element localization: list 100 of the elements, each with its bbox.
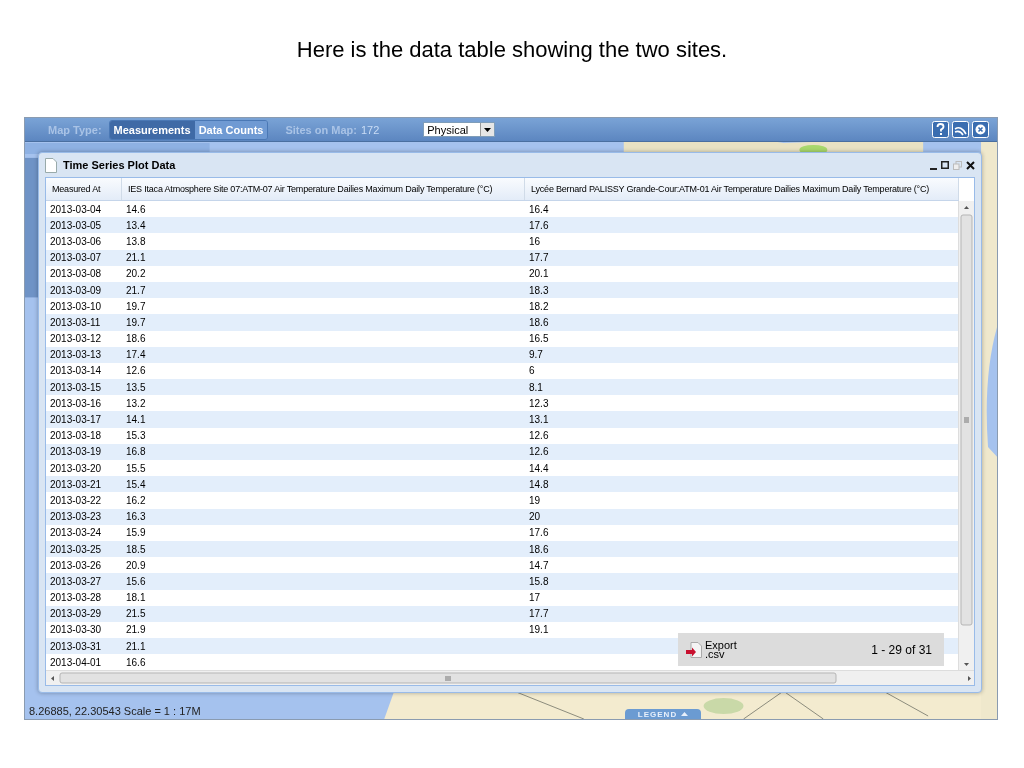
table-cell-text: 15.8 (528, 574, 550, 589)
table-cell-text: 18.6 (528, 542, 550, 557)
table-cell-text: 12.3 (528, 396, 550, 411)
table-cell-text: 14.4 (528, 461, 550, 476)
table-cell-text: 2013-03-26 (49, 558, 103, 573)
table-cell-text: 2013-03-16 (49, 396, 103, 411)
dropdown-arrow-icon (484, 127, 492, 132)
table-cell-text: 15.3 (125, 429, 147, 444)
table-cell-text: 2013-04-01 (49, 655, 103, 670)
table-cell-text: 2013-03-23 (49, 510, 103, 525)
table-cell-text: 15.6 (125, 574, 147, 589)
table-cell-text: 2013-03-10 (49, 299, 103, 314)
table-cell-text: 17.6 (528, 218, 550, 233)
table-cell-text: 9.7 (528, 348, 544, 363)
close-icon[interactable] (966, 160, 975, 170)
map-coordinates: 8.26885, 22.30543 Scale = 1 : 17M (29, 705, 201, 717)
table-cell-text: 20.2 (125, 267, 147, 282)
table-cell-text: 13.5 (125, 380, 147, 395)
table-cell-text: 14.6 (125, 202, 147, 217)
table-cell-text: 2013-03-17 (49, 413, 103, 428)
table-cell-text: 17.7 (528, 607, 550, 622)
table-cell-text: 21.1 (125, 251, 147, 266)
table-cell-text: 12.6 (528, 429, 550, 444)
table-cell-text: 17.4 (125, 348, 147, 363)
table-cell-text: 17 (528, 591, 542, 606)
table-cell-text: 20.1 (528, 267, 550, 282)
table-cell-text: 14.8 (528, 477, 550, 492)
sites-label: Sites on Map: (285, 123, 357, 136)
table-cell-text: 18.3 (528, 283, 550, 298)
table-cell-text: 18.6 (528, 315, 550, 330)
table-cell-text: 19.1 (528, 623, 550, 638)
map-type-tab[interactable]: Measurements (109, 120, 195, 139)
table-cell-text: 6 (528, 364, 536, 379)
table-cell-text: 2013-03-05 (49, 218, 103, 233)
table-cell-text: 2013-03-15 (49, 380, 103, 395)
table-cell-text: 2013-03-08 (49, 267, 103, 282)
table-cell-text: 18.2 (528, 299, 550, 314)
table-cell-text: 2013-03-13 (49, 348, 103, 363)
table-cell-text: 13.2 (125, 396, 147, 411)
table-cell-text: 18.6 (125, 332, 147, 347)
table-cell-text: 2013-03-31 (49, 639, 103, 654)
table-cell-text: 16.6 (125, 655, 147, 670)
table-cell-text: 15.9 (125, 526, 147, 541)
table-cell-text: 2013-03-28 (49, 591, 103, 606)
column-header[interactable]: Lycée Bernard PALISSY Grande-Cour:ATM-01 Air Temperature Dailies Maximum Daily Temperature (°C) (525, 178, 959, 200)
table-cell-text: 2013-03-12 (49, 332, 103, 347)
table-cell-text: 18.5 (125, 542, 147, 557)
table-cell-text: 8.1 (528, 380, 544, 395)
table-cell-text: 16.3 (125, 510, 147, 525)
slide-title: Here is the data table showing the two sites. (296, 37, 728, 63)
table-cell-text: 2013-03-21 (49, 477, 103, 492)
table-cell-text: 2013-03-07 (49, 251, 103, 266)
table-cell-text: 2013-03-27 (49, 574, 103, 589)
table-cell-text: 2013-03-06 (49, 234, 103, 249)
table-cell-text: 20.9 (125, 558, 147, 573)
sites-count: 172 (360, 123, 380, 136)
table-cell-text: 19.7 (125, 299, 147, 314)
table-cell-text: 14.7 (528, 558, 550, 573)
table-cell-text: 19.7 (125, 315, 147, 330)
table-cell-text: 13.4 (125, 218, 147, 233)
table-cell-text: 21.1 (125, 639, 147, 654)
table-cell-text: 2013-03-22 (49, 493, 103, 508)
table-cell-text: 15.4 (125, 477, 147, 492)
table-cell-text: 2013-03-30 (49, 623, 103, 638)
column-header[interactable]: IES Itaca Atmosphere Site 07:ATM-07 Air Temperature Dailies Maximum Daily Temperature (°C) (122, 178, 525, 200)
document-icon (45, 157, 57, 173)
table-cell-text: 13.1 (528, 413, 550, 428)
table-cell-text: 2013-03-18 (49, 429, 103, 444)
pagination-info: 1 - 29 of 31 (871, 642, 932, 657)
table-cell-text: 12.6 (125, 364, 147, 379)
help-icon[interactable] (932, 121, 949, 138)
table-cell-text: 19 (528, 493, 542, 508)
table-cell-text: 2013-03-25 (49, 542, 103, 557)
export-file-icon (686, 641, 702, 658)
table-cell-text: 14.1 (125, 413, 147, 428)
maximize-icon[interactable] (941, 161, 949, 169)
column-header[interactable]: Measured At (46, 178, 122, 200)
table-cell-text: 2013-03-09 (49, 283, 103, 298)
table-cell-text: 2013-03-19 (49, 445, 103, 460)
table-cell-text: 21.5 (125, 607, 147, 622)
layers-icon[interactable] (952, 121, 969, 138)
table-cell-text: 17.6 (528, 526, 550, 541)
table-cell-text: 17.7 (528, 251, 550, 266)
table-cell-text: 16 (528, 234, 542, 249)
table-cell-text: 15.5 (125, 461, 147, 476)
table-cell-text: 18.1 (125, 591, 147, 606)
export-csv-button[interactable]: Export .csv (686, 640, 739, 659)
table-cell-text: 16.4 (528, 202, 550, 217)
map-type-label: Map Type: (48, 123, 102, 136)
table-cell-text: 16.5 (528, 332, 550, 347)
table-cell-text: 12.6 (528, 445, 550, 460)
restore-icon (953, 160, 962, 170)
table-cell-text: 21.9 (125, 623, 147, 638)
basemap-select[interactable]: Physical (423, 122, 496, 137)
table-cell-text: 16.2 (125, 493, 147, 508)
table-cell-text: 2013-03-04 (49, 202, 103, 217)
table-cell-text: 2013-03-20 (49, 461, 103, 476)
table-cell-text: 2013-03-24 (49, 526, 103, 541)
table-cell-text: 2013-03-11 (49, 315, 102, 330)
dialog-title: Time Series Plot Data (63, 159, 176, 171)
